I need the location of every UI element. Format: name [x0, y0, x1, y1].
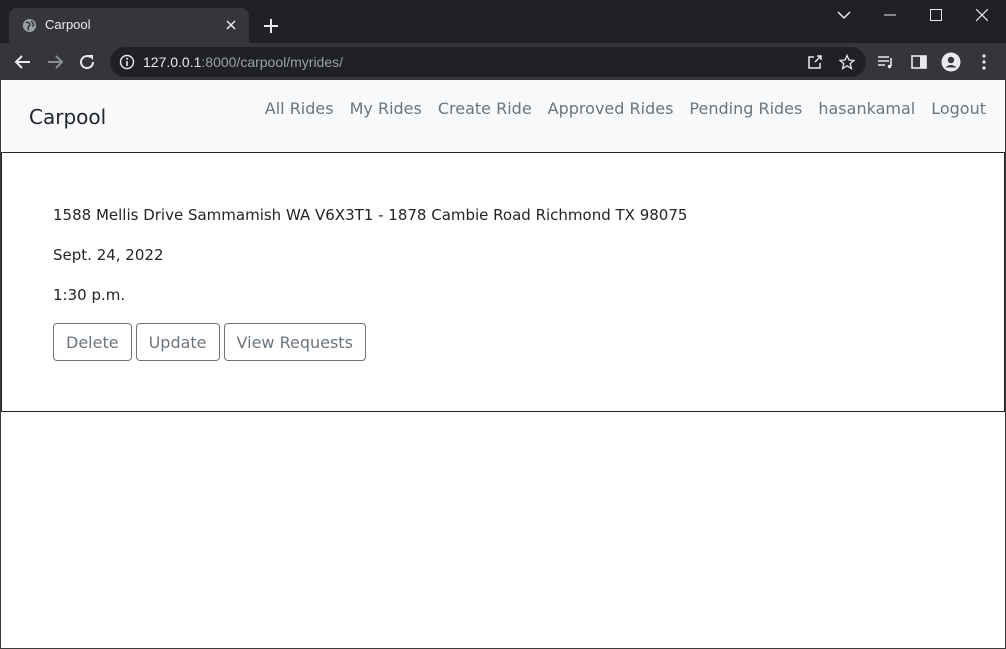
side-panel-icon	[911, 55, 927, 69]
minimize-button[interactable]	[867, 0, 913, 30]
kebab-menu-icon	[982, 54, 986, 70]
arrow-right-icon	[48, 55, 64, 69]
avatar-icon	[941, 52, 961, 72]
tab-search-button[interactable]	[821, 0, 867, 30]
ride-actions: Delete Update View Requests	[53, 323, 366, 361]
close-icon	[976, 9, 988, 21]
ride-route: 1588 Mellis Drive Sammamish WA V6X3T1 - …	[53, 206, 688, 224]
close-tab-icon[interactable]	[223, 17, 239, 33]
reading-list-button[interactable]	[874, 50, 898, 74]
info-icon[interactable]	[119, 54, 135, 70]
address-bar[interactable]: 127.0.0.1:8000/carpool/myrides/	[110, 47, 866, 77]
site-navbar: Carpool All Rides My Rides Create Ride A…	[1, 80, 1005, 152]
nav-link-approved-rides[interactable]: Approved Rides	[540, 99, 682, 119]
share-button[interactable]	[805, 52, 825, 72]
url-text[interactable]: 127.0.0.1:8000/carpool/myrides/	[143, 54, 343, 70]
page-viewport: Carpool All Rides My Rides Create Ride A…	[0, 80, 1006, 649]
bookmark-button[interactable]	[837, 52, 857, 72]
nav-link-create-ride[interactable]: Create Ride	[430, 99, 540, 119]
update-button[interactable]: Update	[135, 323, 220, 361]
tab-title: Carpool	[45, 17, 91, 32]
browser-menu-button[interactable]	[972, 50, 996, 74]
minimize-icon	[884, 14, 896, 16]
nav-link-logout[interactable]: Logout	[923, 99, 1005, 119]
brand-link[interactable]: Carpool	[29, 105, 106, 129]
maximize-icon	[930, 9, 942, 21]
ride-date: Sept. 24, 2022	[53, 246, 164, 264]
nav-links: All Rides My Rides Create Ride Approved …	[257, 99, 1005, 119]
nav-link-username[interactable]: hasankamal	[810, 99, 923, 119]
media-queue-icon	[878, 56, 892, 69]
back-button[interactable]	[11, 50, 35, 74]
share-icon	[808, 55, 822, 69]
new-tab-icon[interactable]	[260, 15, 282, 37]
reload-button[interactable]	[75, 50, 99, 74]
view-requests-button[interactable]: View Requests	[223, 323, 366, 361]
nav-link-pending-rides[interactable]: Pending Rides	[681, 99, 810, 119]
nav-link-all-rides[interactable]: All Rides	[257, 99, 342, 119]
delete-button[interactable]: Delete	[53, 323, 132, 361]
browser-tab[interactable]: Carpool	[9, 8, 249, 43]
nav-link-my-rides[interactable]: My Rides	[342, 99, 430, 119]
browser-titlebar: Carpool	[0, 0, 1006, 43]
forward-button[interactable]	[43, 50, 67, 74]
profile-button[interactable]	[939, 50, 963, 74]
close-window-button[interactable]	[959, 0, 1005, 30]
browser-toolbar: 127.0.0.1:8000/carpool/myrides/	[0, 43, 1006, 80]
side-panel-button[interactable]	[907, 50, 931, 74]
reload-icon	[80, 55, 95, 70]
star-icon	[839, 54, 855, 70]
arrow-left-icon	[14, 55, 30, 69]
url-host: 127.0.0.1	[143, 54, 202, 70]
ride-card: 1588 Mellis Drive Sammamish WA V6X3T1 - …	[1, 152, 1005, 412]
ride-time: 1:30 p.m.	[53, 286, 126, 304]
chevron-down-icon	[837, 11, 851, 20]
maximize-button[interactable]	[913, 0, 959, 30]
url-path: :8000/carpool/myrides/	[201, 54, 344, 70]
globe-icon	[22, 18, 37, 33]
